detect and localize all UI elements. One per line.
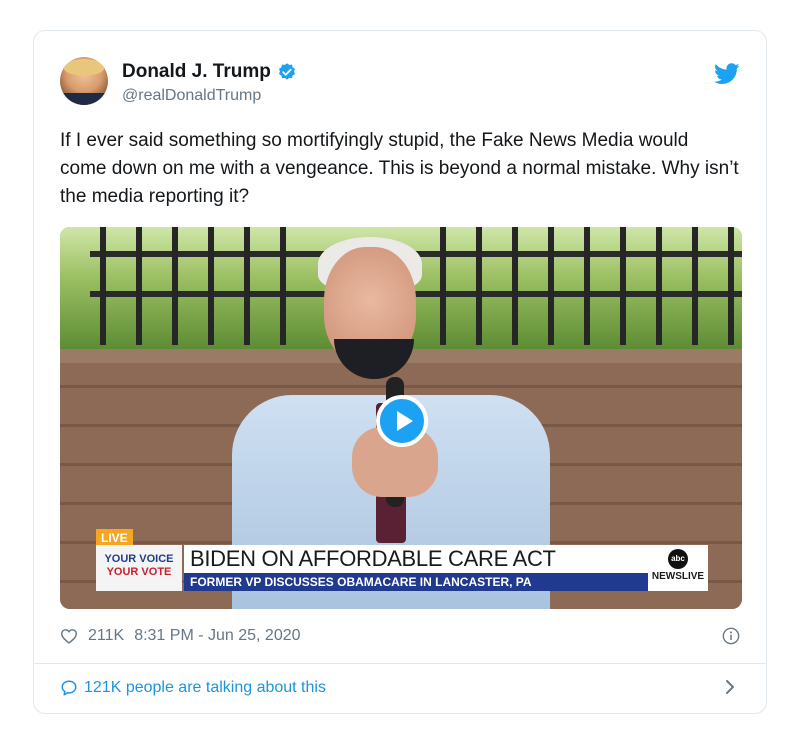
author-name-row: Donald J. Trump bbox=[122, 61, 297, 83]
chevron-right-icon[interactable] bbox=[724, 679, 736, 695]
heart-icon[interactable] bbox=[60, 628, 78, 644]
fence-bar bbox=[280, 227, 286, 345]
fence-bar bbox=[692, 227, 698, 345]
fence-bar bbox=[100, 227, 106, 345]
fence-rail-bottom bbox=[90, 291, 742, 297]
tweet-text: If I ever said something so mortifyingly… bbox=[60, 130, 739, 207]
fence-bar bbox=[620, 227, 626, 345]
play-icon[interactable] bbox=[376, 395, 428, 447]
divider bbox=[34, 663, 766, 664]
verified-badge-icon bbox=[278, 63, 295, 80]
fence-bar bbox=[440, 227, 446, 345]
brand-line-2: YOUR VOTE bbox=[106, 566, 172, 578]
lower-third: YOUR VOICE YOUR VOTE BIDEN ON AFFORDABLE… bbox=[96, 545, 708, 591]
conversation-count-text[interactable]: 121K people are talking about this bbox=[84, 679, 326, 697]
avatar[interactable] bbox=[60, 57, 108, 105]
fence-bar bbox=[548, 227, 554, 345]
fence-bar bbox=[244, 227, 250, 345]
fence-bar bbox=[208, 227, 214, 345]
tweet-card[interactable]: Donald J. Trump @realDonaldTrump If I ev… bbox=[33, 30, 767, 714]
fence-bar bbox=[728, 227, 734, 345]
fence-bar bbox=[656, 227, 662, 345]
author-name[interactable]: Donald J. Trump bbox=[122, 61, 271, 83]
comment-bubble-icon bbox=[61, 680, 77, 696]
chyron-subline: FORMER VP DISCUSSES OBAMACARE IN LANCAST… bbox=[184, 573, 648, 591]
conversation-link[interactable]: 121K people are talking about this bbox=[60, 679, 326, 697]
abc-logo-icon: abc bbox=[668, 549, 688, 569]
fence-bar bbox=[584, 227, 590, 345]
author-handle[interactable]: @realDonaldTrump bbox=[122, 87, 261, 105]
fence-bar bbox=[136, 227, 142, 345]
network-label: NEWSLIVE bbox=[651, 571, 705, 582]
video-player[interactable]: LIVE YOUR VOICE YOUR VOTE BIDEN ON AFFOR… bbox=[60, 227, 742, 609]
like-count[interactable]: 211K bbox=[88, 627, 124, 645]
twitter-bird-icon[interactable] bbox=[714, 63, 740, 85]
your-voice-your-vote-logo: YOUR VOICE YOUR VOTE bbox=[96, 545, 182, 591]
fence-bar bbox=[172, 227, 178, 345]
avatar-hair bbox=[64, 59, 104, 75]
abc-news-live-logo: abc NEWSLIVE bbox=[648, 545, 708, 591]
brand-line-1: YOUR VOICE bbox=[104, 553, 174, 565]
info-icon[interactable] bbox=[722, 627, 740, 645]
tweet-timestamp[interactable]: 8:31 PM - Jun 25, 2020 bbox=[134, 627, 300, 645]
chyron-headline: BIDEN ON AFFORDABLE CARE ACT bbox=[184, 545, 648, 573]
fence-bar bbox=[512, 227, 518, 345]
avatar-suit bbox=[60, 93, 108, 105]
fence-bar bbox=[476, 227, 482, 345]
tweet-meta: 211K 8:31 PM - Jun 25, 2020 bbox=[60, 627, 301, 645]
